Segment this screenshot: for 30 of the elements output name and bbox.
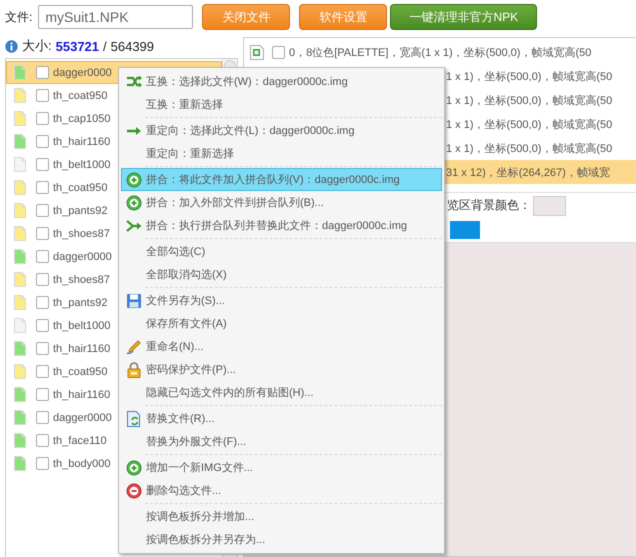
size-label: 大小:: [22, 37, 52, 55]
file-name: dagger0000: [53, 412, 112, 424]
size-separator: /: [103, 38, 107, 54]
file-name: th_coat950: [53, 182, 108, 194]
file-name: th_coat950: [53, 90, 108, 102]
size-total: 564399: [110, 38, 154, 54]
file-name: th_shoes87: [53, 274, 110, 286]
file-name: th_belt1000: [53, 320, 110, 332]
entry-text: 31 x 12)，坐标(264,267)，帧域宽: [446, 166, 610, 180]
entry-text: 0，8位色[PALETTE]，宽高(1 x 1)，坐标(500,0)，帧域宽高(50: [289, 46, 592, 60]
file-name: th_hair1160: [53, 136, 110, 148]
entry-text: 1 x 1)，坐标(500,0)，帧域宽高(50: [446, 142, 612, 156]
file-name: th_pants92: [53, 204, 108, 216]
file-name: dagger0000: [53, 250, 112, 262]
file-label: 文件:: [5, 8, 32, 26]
file-name: th_pants92: [53, 296, 108, 308]
file-name: th_hair1160: [53, 342, 110, 354]
file-name: dagger0000: [53, 66, 112, 78]
entry-text: 1 x 1)，坐标(500,0)，帧域宽高(50: [446, 94, 612, 108]
file-name: th_cap1050: [53, 112, 110, 124]
file-name: th_shoes87: [53, 228, 110, 240]
entry-text: 1 x 1)，坐标(500,0)，帧域宽高(50: [446, 70, 612, 84]
size-used: 553721: [56, 38, 100, 54]
file-name: th_hair1160: [53, 388, 110, 400]
file-name: th_belt1000: [53, 158, 110, 170]
entry-text: 1 x 1)，坐标(500,0)，帧域宽高(50: [446, 118, 612, 132]
file-name: th_face110: [53, 434, 107, 446]
file-name: th_body000: [53, 458, 110, 470]
background-color-label: 览区背景颜色：: [447, 197, 531, 214]
file-name: th_coat950: [53, 366, 108, 378]
